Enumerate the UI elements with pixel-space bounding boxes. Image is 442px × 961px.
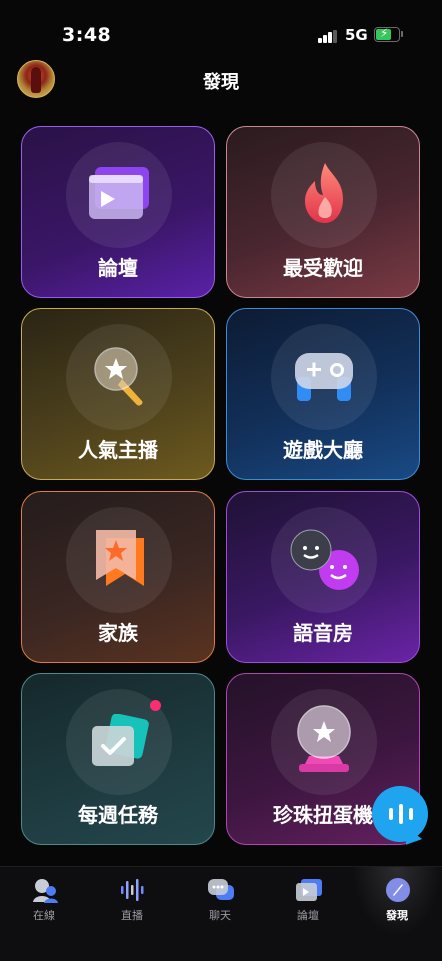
gamepad-icon	[295, 353, 353, 401]
video-forum-icon	[89, 167, 149, 219]
signal-icon	[318, 30, 338, 43]
waveform-icon	[121, 879, 144, 901]
tile-label: 每週任務	[78, 803, 158, 827]
crystal-ball-icon	[297, 705, 351, 772]
tile-label: 家族	[98, 621, 138, 645]
equalizer-icon	[389, 804, 413, 824]
battery-cap	[401, 31, 403, 37]
compass-icon	[386, 878, 410, 902]
tile-label: 論壇	[98, 256, 138, 280]
tab-forum[interactable]: 論壇	[264, 867, 352, 937]
tile-label: 人氣主播	[78, 438, 158, 462]
tile-game-hall[interactable]: 遊戲大廳	[226, 308, 420, 480]
bookmark-star-icon	[96, 530, 144, 586]
tile-weekly-tasks[interactable]: 每週任務	[21, 673, 215, 845]
bottom-tab-bar: 在線 直播 聊天 論壇 發現	[0, 866, 442, 961]
users-icon	[33, 879, 58, 903]
network-type: 5G	[345, 26, 368, 44]
tab-label: 在線	[33, 909, 55, 922]
smiley-faces-icon	[290, 529, 359, 590]
chat-bubble-icon	[208, 879, 234, 900]
tile-popular-host[interactable]: 人氣主播	[21, 308, 215, 480]
star-badge-icon	[94, 347, 143, 406]
status-time: 3:48	[62, 24, 112, 46]
tab-live[interactable]: 直播	[88, 867, 176, 937]
tile-popular[interactable]: 最受歡迎	[226, 126, 420, 298]
notification-dot	[150, 700, 161, 711]
tile-voice-room[interactable]: 語音房	[226, 491, 420, 663]
tab-discover[interactable]: 發現	[352, 867, 442, 937]
tile-forum[interactable]: 論壇	[21, 126, 215, 298]
tab-label: 直播	[121, 909, 143, 922]
tile-label: 語音房	[293, 621, 353, 645]
tab-online[interactable]: 在線	[0, 867, 88, 937]
video-card-icon	[296, 879, 322, 901]
tab-label: 聊天	[209, 909, 231, 922]
tile-label: 遊戲大廳	[283, 438, 363, 462]
status-bar: 3:48 5G ⚡	[0, 0, 442, 70]
page-title: 發現	[203, 72, 239, 93]
battery-icon: ⚡	[374, 26, 400, 42]
tile-family[interactable]: 家族	[21, 491, 215, 663]
flame-icon	[305, 163, 343, 223]
voice-fab-button[interactable]	[372, 786, 428, 851]
tab-label: 論壇	[297, 909, 319, 922]
checklist-card-icon	[92, 714, 149, 766]
tab-label: 發現	[386, 909, 408, 922]
tile-label: 最受歡迎	[283, 256, 363, 280]
tab-chat[interactable]: 聊天	[176, 867, 264, 937]
